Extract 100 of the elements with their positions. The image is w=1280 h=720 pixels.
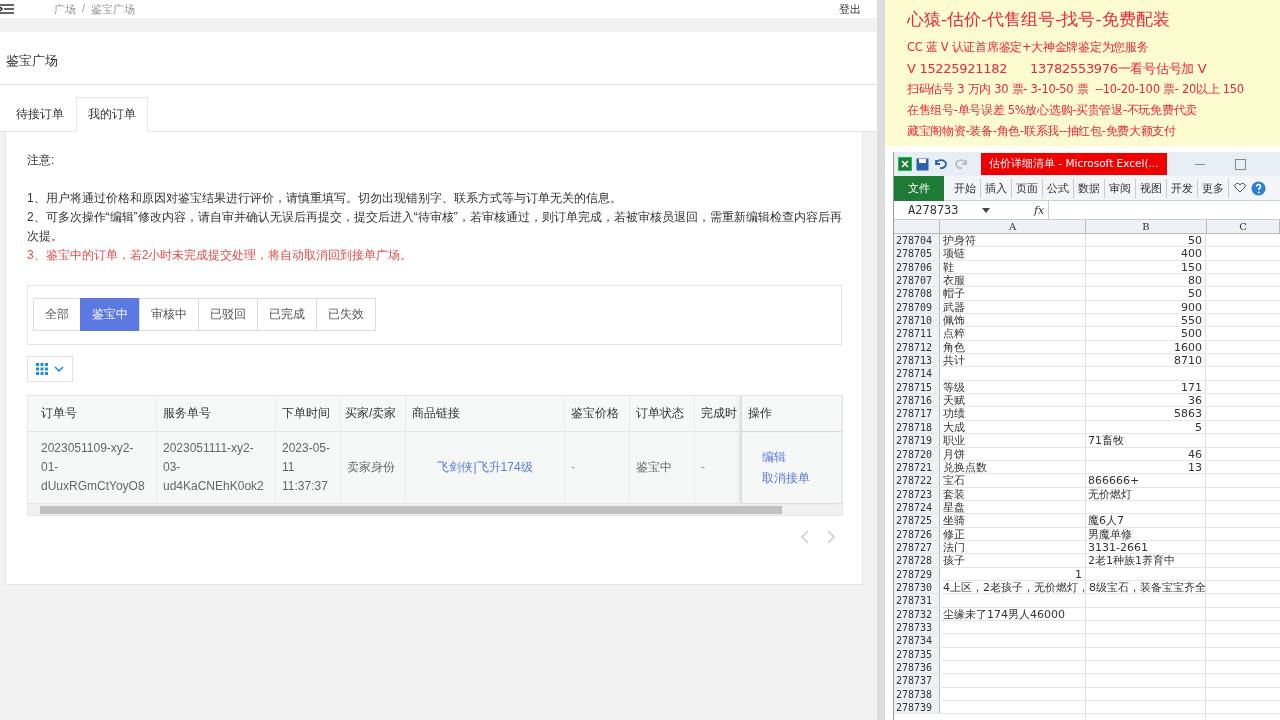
row-number: 278710 <box>894 314 940 327</box>
ribbon-tab[interactable]: 数据 <box>1074 178 1105 198</box>
ribbon-tab[interactable]: 文件 <box>894 175 944 201</box>
sheet-cell: 866666+ <box>1088 474 1140 487</box>
row-number: 278714 <box>894 367 940 380</box>
grid-icon <box>36 363 48 375</box>
filter-button[interactable]: 审核中 <box>139 298 199 331</box>
function-label[interactable]: fx <box>1034 203 1045 217</box>
action-link[interactable]: 取消接单 <box>762 468 810 488</box>
table-cell-text: 2023051111-xy2-03-ud4KaCNEhK0ok2 <box>163 440 265 495</box>
logout-link[interactable]: 登出 <box>839 1 861 17</box>
notice-heading: 注意: <box>27 152 56 169</box>
column-toggle-button[interactable] <box>27 356 73 382</box>
dropdown-icon[interactable] <box>982 207 990 213</box>
undo-icon[interactable] <box>933 158 949 170</box>
row-number: 278711 <box>894 327 940 340</box>
filter-button[interactable]: 已失效 <box>316 298 376 331</box>
heart-icon[interactable] <box>1234 183 1246 193</box>
sheet-cell: 兑换点数 <box>943 460 987 474</box>
sheet-cell: 月饼 <box>943 447 965 460</box>
action-link[interactable]: 编辑 <box>762 447 786 467</box>
sheet-cell: 46 <box>1188 447 1202 460</box>
column-header[interactable]: B <box>1086 220 1207 233</box>
row-number: 278725 <box>894 514 940 527</box>
ad-text: 扫码估号 3 万内 30 票- 3-10-50 票 --10-20-100 票- 20以上 150 <box>907 81 1245 98</box>
ad-text: 藏宝阁物资-装备-角色-联系我--抽红包-免费大额支付 <box>907 123 1177 140</box>
sheet-cell: 400 <box>1181 247 1202 260</box>
sheet-cell: 点粹 <box>943 327 965 340</box>
horizontal-scrollbar[interactable] <box>28 503 842 515</box>
maximize-icon[interactable] <box>1234 158 1246 170</box>
column-header: 鉴宝价格 <box>565 396 630 431</box>
row-number: 278734 <box>894 634 940 647</box>
row-number: 278708 <box>894 287 940 300</box>
table-cell-text: - <box>701 459 705 476</box>
filter-button[interactable]: 鉴宝中 <box>80 298 140 331</box>
ribbon-tab[interactable]: 开发 <box>1167 178 1198 198</box>
row-number: 278728 <box>894 554 940 567</box>
ribbon-tab[interactable]: 插入 <box>981 178 1012 198</box>
window-title: 估价详细清单 - Microsoft Excel(... <box>981 153 1167 175</box>
filter-button[interactable]: 已驳回 <box>198 298 258 331</box>
notice-text: 3、鉴宝中的订单，若2小时未完成提交处理，将自动取消回到接单广场。 <box>27 247 414 264</box>
sheet-cell: 项链 <box>943 247 965 260</box>
table-cell-text: 卖家身份 <box>347 459 395 476</box>
sheet-cell: 法门 <box>943 540 965 554</box>
ad-text: V 15225921182 13782553976一看号估号加 V <box>907 60 1208 78</box>
menu-icon[interactable] <box>0 4 14 14</box>
row-number: 278707 <box>894 274 940 287</box>
filter-button[interactable]: 全部 <box>33 298 81 331</box>
sheet-cell: 孩子 <box>943 554 965 567</box>
notice-text: 1、用户将通过价格和原因对鉴宝结果进行评价，请慎重填写。切勿出现错别字、联系方式等与订单无关的信息。 <box>27 190 623 207</box>
ribbon-tab[interactable]: 开始 <box>950 178 981 198</box>
column-header[interactable]: C <box>1207 220 1280 233</box>
product-link[interactable]: 飞剑侠|飞升174级 <box>437 458 533 477</box>
ad-text: CC 蓝 V 认证首席鉴定+大神金牌鉴定为您服务 <box>907 39 1150 56</box>
sheet-cell: 无价燃灯 <box>1088 487 1132 500</box>
help-icon[interactable] <box>1251 180 1266 196</box>
sheet-cell: 50 <box>1188 287 1202 300</box>
column-header: 订单号 <box>28 396 157 431</box>
sheet-cell: 900 <box>1181 300 1202 314</box>
sheet-cell: 171 <box>1181 380 1202 394</box>
sheet-cell: 大成 <box>943 420 965 434</box>
sheet-cell: 男魔单修 <box>1088 527 1132 540</box>
sheet-cell: 尘缘未了174男人46000 <box>943 607 1065 620</box>
ribbon-tab[interactable]: 更多 <box>1198 178 1229 198</box>
ribbon-tab[interactable]: 审阅 <box>1105 178 1136 198</box>
column-header: 订单状态 <box>630 396 695 431</box>
sheet-cell: 500 <box>1181 327 1202 340</box>
table-cell-text: 2023-05-11 11:37:37 <box>282 440 332 495</box>
sheet-cell: 1600 <box>1174 340 1202 354</box>
row-number: 278717 <box>894 407 940 420</box>
filter-button[interactable]: 已完成 <box>257 298 317 331</box>
tab[interactable]: 待接订单 <box>4 97 76 132</box>
sheet-cell: 150 <box>1181 260 1202 274</box>
sheet-cell: 武器 <box>943 300 965 314</box>
sheet-cell: 佩饰 <box>943 314 965 327</box>
column-header: 下单时间 <box>276 396 341 431</box>
sheet-cell: 共计 <box>943 354 965 367</box>
spreadsheet-icon[interactable] <box>898 157 912 171</box>
sheet-cell: 1 <box>1075 567 1082 580</box>
sheet-cell: 修正 <box>943 527 965 540</box>
row-number: 278713 <box>894 354 940 367</box>
column-header[interactable]: A <box>940 220 1086 233</box>
minimize-icon[interactable] <box>1194 163 1205 165</box>
sheet-cell: 功绩 <box>943 407 965 420</box>
ribbon-tab[interactable]: 视图 <box>1136 178 1167 198</box>
row-number: 278704 <box>894 234 940 247</box>
column-header: 服务单号 <box>157 396 276 431</box>
sheet-cell: 帽子 <box>943 287 965 300</box>
tab[interactable]: 我的订单 <box>76 97 148 132</box>
sheet-cell: 角色 <box>943 340 965 354</box>
table-cell-text: 2023051109-xy2-01-dUuxRGmCtYoyO8 <box>41 440 146 495</box>
sheet-cell: 魔6人7 <box>1088 514 1124 527</box>
ribbon-tab[interactable]: 页面 <box>1012 178 1043 198</box>
ribbon-tab[interactable]: 公式 <box>1043 178 1074 198</box>
ad-text: 在售组号-单号误差 5%放心选购-买贵管退-不玩免费代卖 <box>907 102 1198 119</box>
name-box[interactable]: A278733 <box>894 203 978 217</box>
row-number: 278716 <box>894 394 940 407</box>
column-header: 操作 <box>741 396 842 431</box>
row-number: 278731 <box>894 594 940 607</box>
save-icon[interactable] <box>916 157 929 171</box>
